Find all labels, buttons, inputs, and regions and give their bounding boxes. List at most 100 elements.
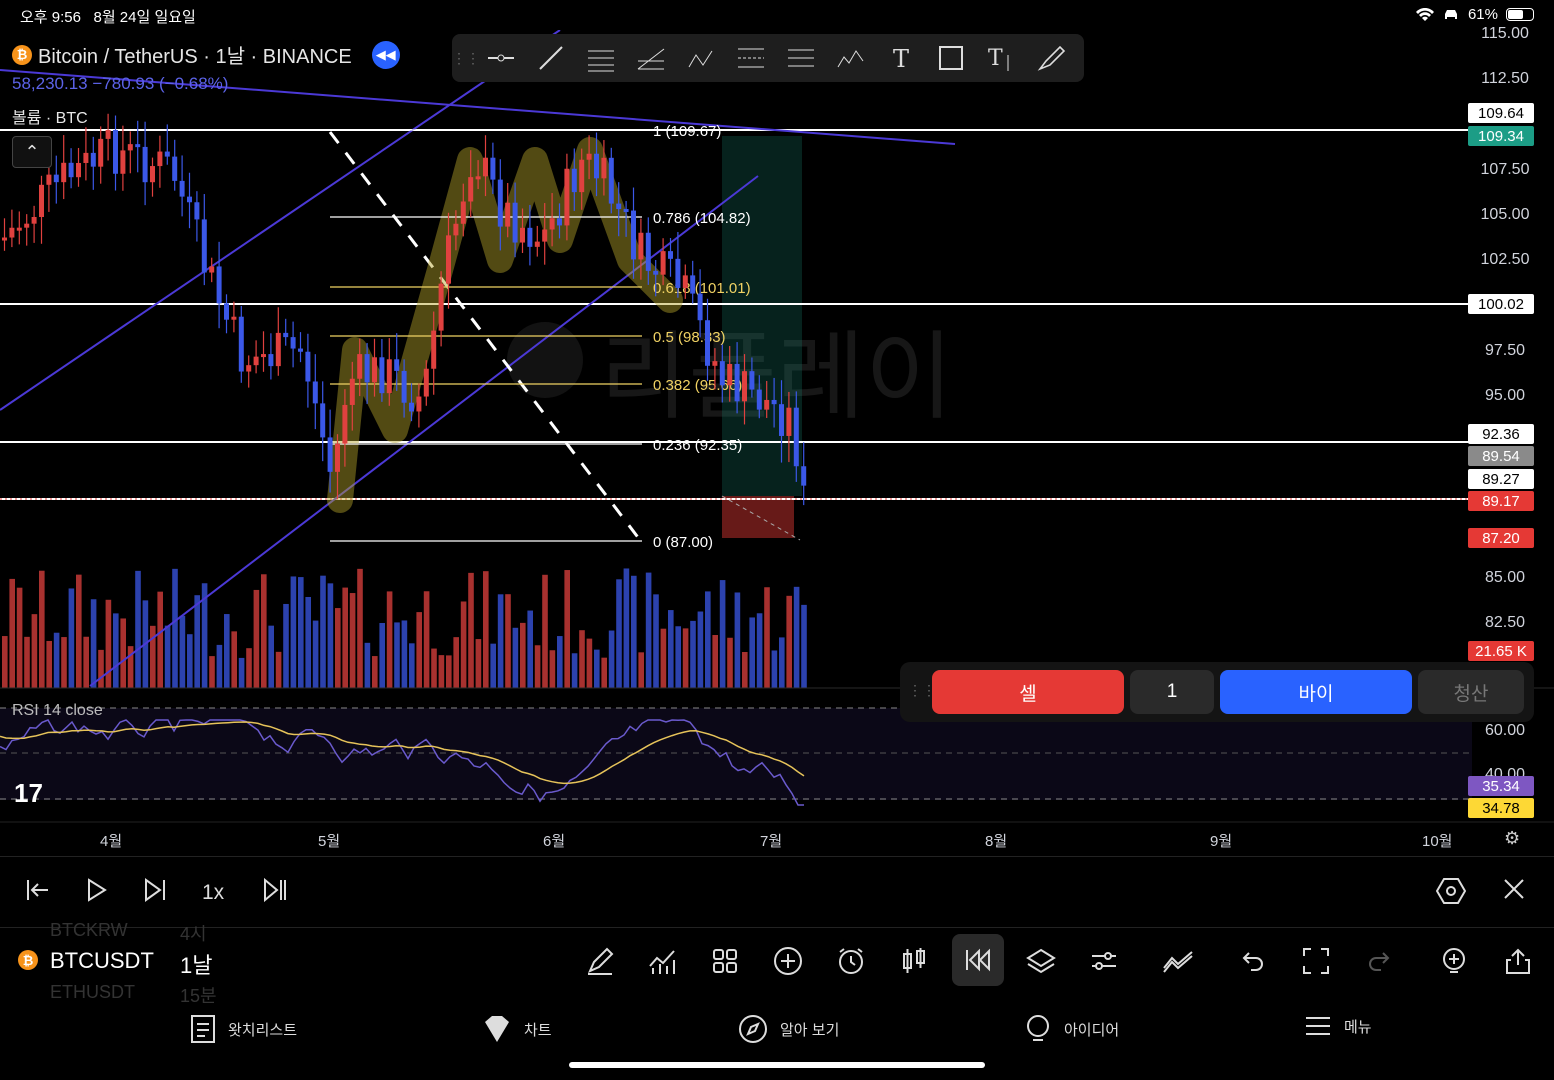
symbol-title[interactable]: Bitcoin / TetherUS · 1날 · BINANCE (38, 40, 352, 69)
pitchfork-tool-icon[interactable] (576, 38, 626, 78)
close-replay-icon[interactable] (1502, 877, 1526, 907)
sell-button[interactable]: 셀 (932, 670, 1124, 714)
volume-bar (68, 588, 75, 688)
brush-tool-icon[interactable] (1026, 38, 1076, 78)
collapse-legend-button[interactable]: ⌃ (12, 136, 52, 168)
rectangle-tool-icon[interactable] (926, 38, 976, 78)
indicators-icon[interactable] (644, 944, 680, 978)
month-label: 6월 (543, 833, 566, 850)
volume-bar (594, 649, 600, 688)
candle-body (24, 223, 30, 228)
replay-rewind-icon[interactable]: ◀◀ (371, 40, 400, 69)
symbol-name[interactable]: BTCUSDT (50, 948, 154, 974)
candle-body (253, 356, 259, 366)
candle-body (305, 351, 311, 382)
layers-icon[interactable] (1023, 944, 1059, 978)
candle-body (690, 275, 696, 294)
volume-bar (349, 593, 356, 688)
volume-bar (364, 642, 371, 688)
elliott-wave-tool-icon[interactable] (826, 38, 876, 78)
fib-extension-tool-icon[interactable] (626, 38, 676, 78)
nav-watchlist[interactable]: 왓치리스트 (190, 1014, 297, 1044)
replay-settings-icon[interactable] (1435, 877, 1467, 911)
volume-bar (268, 625, 274, 688)
abcd-pattern-tool-icon[interactable] (676, 38, 726, 78)
share-icon[interactable] (1500, 944, 1536, 978)
close-position-button[interactable]: 청산 (1418, 670, 1524, 714)
long-position-stop-zone[interactable] (722, 496, 794, 538)
axis-settings-icon[interactable]: ⚙ (1504, 828, 1520, 849)
volume-bar (179, 615, 186, 688)
price-label-87-20: 87.20 (1468, 528, 1534, 548)
candle-body (261, 354, 266, 358)
jump-to-realtime-icon[interactable] (262, 877, 288, 909)
fib-channel-tool-icon[interactable] (776, 38, 826, 78)
jump-to-start-icon[interactable] (24, 877, 50, 909)
replay-mode-icon[interactable] (952, 934, 1004, 986)
axis-tick: 82.50 (1484, 614, 1526, 631)
volume-bar (608, 630, 615, 688)
volume-bar (105, 599, 112, 688)
drawing-tools-icon[interactable] (582, 944, 618, 978)
redo-icon[interactable] (1362, 944, 1398, 978)
text-tool-icon[interactable]: T (876, 38, 926, 78)
volume-bar (187, 634, 193, 688)
fullscreen-icon[interactable] (1298, 944, 1334, 978)
add-symbol-icon[interactable] (770, 944, 806, 978)
candle-body (712, 361, 718, 366)
buy-button[interactable]: 바이 (1220, 670, 1412, 714)
volume-bar (786, 595, 792, 688)
volume-bar (409, 643, 415, 688)
candle-body (105, 130, 111, 139)
candle-type-icon[interactable] (896, 944, 932, 978)
price-chart[interactable]: 리플레이 1 (109.67)0.786 (104.82)0.618 (101.… (0, 30, 1554, 856)
volume-bar (401, 620, 408, 688)
volume-bar (727, 637, 733, 688)
volume-bar (705, 591, 711, 688)
chart-settings-icon[interactable] (1086, 944, 1122, 978)
volume-bar (571, 653, 578, 688)
drag-handle-icon[interactable]: ⋮⋮ (452, 50, 480, 67)
candle-body (90, 152, 96, 167)
candle-body (31, 216, 37, 224)
rsi-label: RSI 14 close (12, 702, 103, 719)
volume-bar (468, 572, 474, 688)
replay-speed[interactable]: 1x (202, 881, 224, 905)
step-forward-icon[interactable] (142, 877, 168, 909)
candle-body (557, 218, 562, 226)
svg-text:T: T (988, 46, 1003, 71)
volume-bar (749, 617, 755, 688)
candle-body (379, 357, 385, 394)
volume-bar (616, 579, 622, 688)
volume-bar (719, 580, 726, 688)
candle-body (682, 275, 688, 288)
publish-idea-icon[interactable] (1436, 944, 1472, 978)
candle-body (742, 371, 747, 402)
price-note-tool-icon[interactable]: T (976, 38, 1026, 78)
nav-menu[interactable]: 메뉴 (1304, 1014, 1372, 1038)
alert-clock-icon[interactable] (833, 944, 869, 978)
horizontal-ray-tool-icon[interactable] (476, 38, 526, 78)
candle-body (616, 203, 622, 210)
nav-explore[interactable]: 알아 보기 (738, 1014, 839, 1044)
layout-grid-icon[interactable] (707, 944, 743, 978)
undo-icon[interactable] (1234, 944, 1270, 978)
candle-body (209, 266, 215, 273)
compare-icon[interactable] (1160, 944, 1196, 978)
nav-chart[interactable]: 차트 (482, 1014, 552, 1044)
candle-body (394, 359, 400, 371)
trendline-tool-icon[interactable] (526, 38, 576, 78)
quantity-field[interactable]: 1 (1130, 670, 1214, 714)
candle-body (187, 196, 192, 203)
volume-bar (283, 603, 289, 688)
nav-ideas[interactable]: 아이디어 (1024, 1014, 1119, 1044)
timeframe-selector[interactable]: 1날 (180, 948, 212, 980)
candle-body (705, 320, 710, 366)
replay-controls: 1x (0, 856, 1554, 928)
fib-retracement-tool-icon[interactable] (726, 38, 776, 78)
candle-body (771, 399, 777, 405)
play-icon[interactable] (84, 877, 108, 909)
ideas-icon (1027, 1015, 1049, 1041)
volume-bar (520, 622, 526, 688)
candle-body (549, 218, 555, 230)
